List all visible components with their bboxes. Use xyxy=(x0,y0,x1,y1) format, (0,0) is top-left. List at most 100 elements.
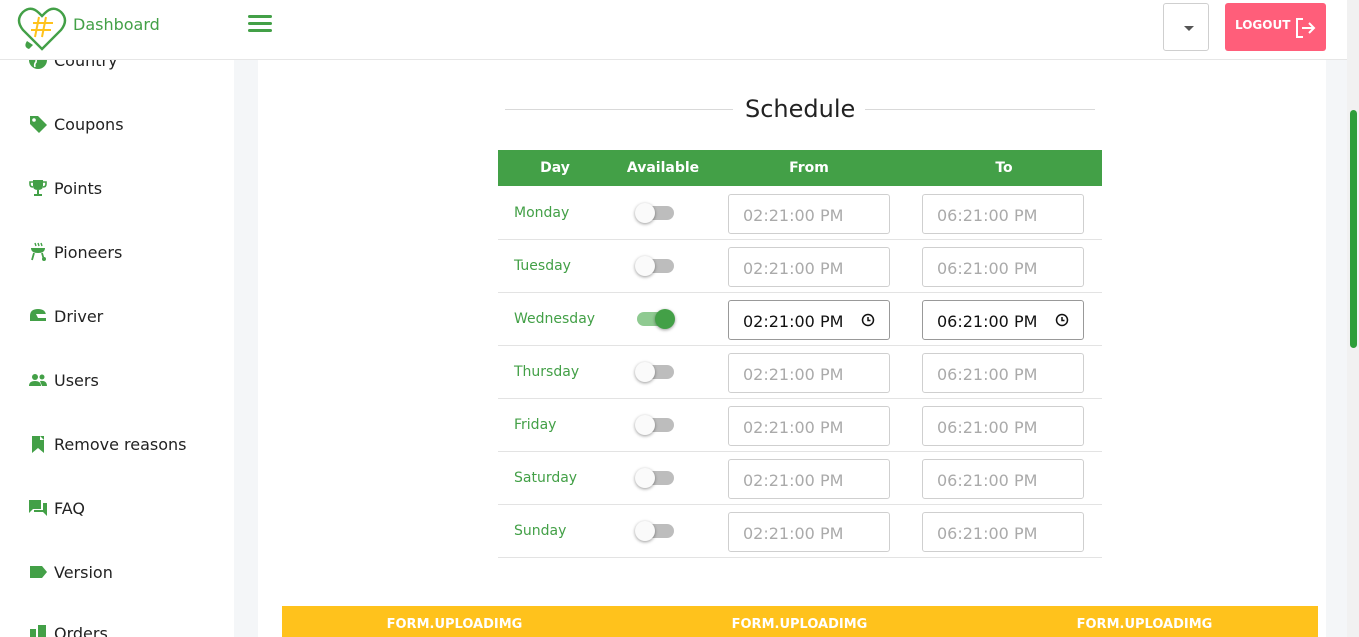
header-to: To xyxy=(995,160,1013,176)
toggle-knob xyxy=(635,256,655,276)
helmet-icon xyxy=(27,305,49,327)
sidebar-item-driver[interactable]: Driver xyxy=(27,304,103,328)
to-time-value: 06:21:00 PM xyxy=(937,206,1038,225)
schedule-row: Tuesday 02:21:00 PM 06:21:00 PM xyxy=(498,240,1102,293)
from-time-input[interactable]: 02:21:00 PM xyxy=(728,247,890,287)
to-time-value: 06:21:00 PM xyxy=(937,418,1038,437)
available-toggle[interactable] xyxy=(635,203,674,223)
to-time-value: 06:21:00 PM xyxy=(937,312,1038,331)
sidebar: Country Coupons Points Pioneers Driver U… xyxy=(0,0,234,637)
available-toggle[interactable] xyxy=(635,415,674,435)
toggle-knob xyxy=(635,415,655,435)
sidebar-item-label: Version xyxy=(54,562,113,582)
sidebar-item-points[interactable]: Points xyxy=(27,176,102,200)
toggle-knob xyxy=(635,521,655,541)
sidebar-item-pioneers[interactable]: Pioneers xyxy=(27,240,122,264)
bookmark-icon xyxy=(27,433,49,455)
upload-image-button[interactable]: FORM.UPLOADIMG xyxy=(627,606,972,637)
schedule-row: Friday 02:21:00 PM 06:21:00 PM xyxy=(498,399,1102,452)
grill-icon xyxy=(27,241,49,263)
to-time-value: 06:21:00 PM xyxy=(937,365,1038,384)
sidebar-item-label: Coupons xyxy=(54,114,124,134)
day-label: Monday xyxy=(514,205,570,221)
caret-down-icon xyxy=(1184,26,1194,31)
sidebar-item-label: Driver xyxy=(54,306,104,326)
from-time-value: 02:21:00 PM xyxy=(743,524,844,543)
clock-icon[interactable] xyxy=(1055,313,1069,327)
from-time-input[interactable]: 02:21:00 PM xyxy=(728,300,890,340)
sidebar-item-faq[interactable]: FAQ xyxy=(27,496,85,520)
day-label: Sunday xyxy=(514,523,567,539)
from-time-value: 02:21:00 PM xyxy=(743,259,844,278)
top-bar: Dashboard LOGOUT xyxy=(0,0,1347,60)
from-time-input[interactable]: 02:21:00 PM xyxy=(728,194,890,234)
day-label: Tuesday xyxy=(514,258,571,274)
logout-icon xyxy=(1296,18,1316,38)
language-dropdown[interactable] xyxy=(1163,3,1209,51)
divider xyxy=(505,109,733,110)
sidebar-item-version[interactable]: Version xyxy=(27,560,113,584)
header-from: From xyxy=(789,160,829,176)
label-icon xyxy=(27,561,49,583)
to-time-value: 06:21:00 PM xyxy=(937,524,1038,543)
to-time-input[interactable]: 06:21:00 PM xyxy=(922,459,1084,499)
sidebar-item-users[interactable]: Users xyxy=(27,368,99,392)
logo-icon[interactable] xyxy=(17,3,67,53)
from-time-input[interactable]: 02:21:00 PM xyxy=(728,406,890,446)
to-time-input[interactable]: 06:21:00 PM xyxy=(922,512,1084,552)
from-time-input[interactable]: 02:21:00 PM xyxy=(728,512,890,552)
to-time-input[interactable]: 06:21:00 PM xyxy=(922,300,1084,340)
clock-icon[interactable] xyxy=(861,313,875,327)
to-time-input[interactable]: 06:21:00 PM xyxy=(922,194,1084,234)
from-time-value: 02:21:00 PM xyxy=(743,312,844,331)
users-icon xyxy=(27,369,49,391)
upload-image-button[interactable]: FORM.UPLOADIMG xyxy=(282,606,627,637)
from-time-input[interactable]: 02:21:00 PM xyxy=(728,459,890,499)
sidebar-item-label: Points xyxy=(54,178,103,198)
schedule-heading: Schedule xyxy=(505,95,1095,125)
day-label: Friday xyxy=(514,417,557,433)
sidebar-item-coupons[interactable]: Coupons xyxy=(27,112,124,136)
sidebar-item-label: Remove reasons xyxy=(54,434,187,454)
logout-button[interactable]: LOGOUT xyxy=(1225,3,1326,51)
hamburger-menu-icon[interactable] xyxy=(248,15,274,37)
sidebar-item-label: FAQ xyxy=(54,498,85,518)
schedule-title: Schedule xyxy=(745,95,856,123)
header-available: Available xyxy=(626,160,700,176)
divider xyxy=(865,109,1095,110)
from-time-value: 02:21:00 PM xyxy=(743,365,844,384)
from-time-value: 02:21:00 PM xyxy=(743,418,844,437)
schedule-row: Sunday 02:21:00 PM 06:21:00 PM xyxy=(498,505,1102,558)
sidebar-item-remove-reasons[interactable]: Remove reasons xyxy=(27,432,187,456)
available-toggle[interactable] xyxy=(637,309,675,329)
sidebar-item-label: Pioneers xyxy=(54,242,123,262)
from-time-input[interactable]: 02:21:00 PM xyxy=(728,353,890,393)
orders-icon xyxy=(27,622,49,637)
sidebar-item-orders[interactable]: Orders xyxy=(27,621,108,637)
to-time-input[interactable]: 06:21:00 PM xyxy=(922,353,1084,393)
to-time-input[interactable]: 06:21:00 PM xyxy=(922,406,1084,446)
toggle-knob xyxy=(635,203,655,223)
schedule-row: Thursday 02:21:00 PM 06:21:00 PM xyxy=(498,346,1102,399)
schedule-row: Wednesday 02:21:00 PM 06:21:00 PM xyxy=(498,293,1102,346)
from-time-value: 02:21:00 PM xyxy=(743,206,844,225)
to-time-value: 06:21:00 PM xyxy=(937,471,1038,490)
available-toggle[interactable] xyxy=(635,468,674,488)
available-toggle[interactable] xyxy=(635,362,674,382)
upload-image-button[interactable]: FORM.UPLOADIMG xyxy=(972,606,1317,637)
day-label: Saturday xyxy=(514,470,578,486)
schedule-row: Monday 02:21:00 PM 06:21:00 PM xyxy=(498,187,1102,240)
upload-bar: FORM.UPLOADIMG FORM.UPLOADIMG FORM.UPLOA… xyxy=(282,606,1318,637)
header-day: Day xyxy=(540,160,570,176)
available-toggle[interactable] xyxy=(635,256,674,276)
schedule-table-header: Day Available From To xyxy=(498,150,1102,186)
toggle-knob xyxy=(635,468,655,488)
available-toggle[interactable] xyxy=(635,521,674,541)
logout-label: LOGOUT xyxy=(1235,18,1291,32)
scrollbar[interactable] xyxy=(1347,0,1359,637)
to-time-input[interactable]: 06:21:00 PM xyxy=(922,247,1084,287)
from-time-value: 02:21:00 PM xyxy=(743,471,844,490)
brand-title[interactable]: Dashboard xyxy=(73,15,160,34)
scrollbar-thumb[interactable] xyxy=(1350,110,1357,348)
sidebar-item-label: Orders xyxy=(54,623,108,637)
